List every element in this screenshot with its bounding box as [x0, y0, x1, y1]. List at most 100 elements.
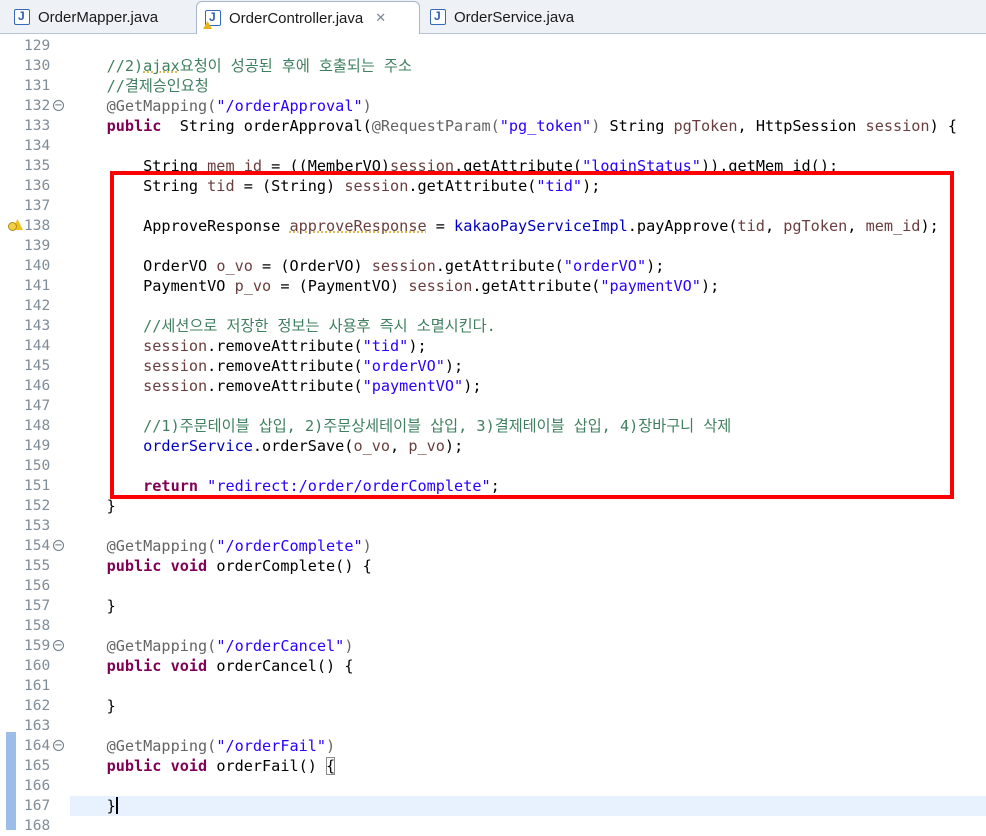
code-line[interactable]: } — [70, 496, 986, 516]
line-number: 134 — [24, 138, 51, 154]
code-token: @RequestParam( — [371, 117, 500, 135]
code-token: , HttpSession — [737, 117, 866, 135]
code-line[interactable]: //결제승인요청 — [70, 76, 986, 96]
line-number: 131 — [24, 78, 51, 94]
code-line[interactable]: public void orderComplete() { — [70, 556, 986, 576]
close-icon[interactable]: ✕ — [375, 10, 386, 26]
line-number: 155 — [24, 558, 51, 574]
code-line[interactable]: @GetMapping("/orderCancel") — [70, 636, 986, 656]
tab-ordercontroller[interactable]: J OrderController.java ✕ — [196, 1, 420, 34]
line-number: 160 — [24, 658, 51, 674]
line-number: 153 — [24, 518, 51, 534]
code-token: orderComplete() { — [207, 557, 372, 575]
line-number: 152 — [24, 498, 51, 514]
line-number: 148 — [24, 418, 51, 434]
line-number: 158 — [24, 618, 51, 634]
code-token: public — [70, 757, 162, 775]
code-token: } — [70, 797, 116, 815]
line-number: 136 — [24, 178, 51, 194]
line-number: 139 — [24, 238, 51, 254]
quickfix-warning-icon[interactable] — [8, 219, 23, 233]
code-token: "/orderFail" — [216, 737, 327, 755]
code-line[interactable]: @GetMapping("/orderFail") — [70, 736, 986, 756]
line-number-gutter: 129 130 131 132−133 134 135 136 137 138 139 140 141… — [0, 34, 70, 834]
fold-toggle-icon[interactable]: − — [53, 100, 64, 111]
code-token: "/orderComplete" — [216, 537, 363, 555]
code-line[interactable]: @GetMapping("/orderComplete") — [70, 536, 986, 556]
code-line[interactable] — [70, 716, 986, 736]
code-token: String — [600, 117, 674, 135]
line-number: 143 — [24, 318, 51, 334]
line-number: 129 — [24, 38, 51, 54]
line-number: 135 — [24, 158, 51, 174]
code-token: public — [70, 117, 162, 135]
code-line[interactable] — [70, 516, 986, 536]
highlight-box — [110, 171, 954, 499]
fold-toggle-icon[interactable]: − — [53, 640, 64, 651]
line-number: 145 — [24, 358, 51, 374]
code-token: orderFail() — [207, 757, 327, 775]
code-line[interactable] — [70, 816, 986, 836]
line-number: 140 — [24, 258, 51, 274]
code-token: @GetMapping( — [70, 97, 217, 115]
code-token: public — [70, 657, 162, 675]
code-line[interactable] — [70, 616, 986, 636]
code-token: 요청이 성공된 후에 호출되는 주소 — [179, 57, 412, 75]
code-line[interactable] — [70, 136, 986, 156]
line-number: 157 — [24, 598, 51, 614]
code-token: @GetMapping( — [70, 537, 217, 555]
line-number: 162 — [24, 698, 51, 714]
code-line[interactable] — [70, 36, 986, 56]
change-marker-stripe — [6, 732, 16, 830]
code-line[interactable]: public String orderApproval(@RequestPara… — [70, 116, 986, 136]
code-token: public — [70, 557, 162, 575]
line-number: 150 — [24, 458, 51, 474]
line-number: 142 — [24, 298, 51, 314]
code-token: "pg_token" — [499, 117, 592, 135]
code-token: ) { — [929, 117, 957, 135]
code-token: //결제승인요청 — [70, 77, 209, 95]
tab-orderservice[interactable]: J OrderService.java — [422, 2, 602, 32]
line-number: 133 — [24, 118, 51, 134]
code-token: String orderApproval( — [161, 117, 372, 135]
java-file-icon: J — [14, 9, 30, 25]
code-line[interactable]: public void orderFail() { — [70, 756, 986, 776]
fold-toggle-icon[interactable]: − — [53, 540, 64, 551]
code-token: "/orderCancel" — [216, 637, 345, 655]
code-line[interactable]: } — [70, 796, 986, 816]
code-line[interactable] — [70, 676, 986, 696]
code-line[interactable]: } — [70, 696, 986, 716]
java-file-warning-icon: J — [203, 10, 221, 29]
line-number: 146 — [24, 378, 51, 394]
code-line[interactable] — [70, 776, 986, 796]
line-number: 137 — [24, 198, 51, 214]
line-number: 141 — [24, 278, 51, 294]
tab-ordermapper[interactable]: J OrderMapper.java — [6, 2, 196, 32]
code-token: void — [170, 757, 208, 775]
code-token: } — [70, 497, 116, 515]
code-token: ajax — [143, 57, 180, 75]
tab-label: OrderController.java — [229, 9, 364, 27]
line-number: 156 — [24, 578, 51, 594]
code-line[interactable]: //2)ajax요청이 성공된 후에 호출되는 주소 — [70, 56, 986, 76]
code-token: { — [326, 757, 336, 775]
code-token: } — [70, 697, 116, 715]
code-line[interactable] — [70, 576, 986, 596]
code-token: orderCancel() { — [207, 657, 354, 675]
code-editor[interactable]: 129 130 131 132−133 134 135 136 137 138 139 140 141… — [0, 34, 986, 834]
fold-toggle-icon[interactable]: − — [53, 740, 64, 751]
code-line[interactable]: @GetMapping("/orderApproval") — [70, 96, 986, 116]
code-token: void — [170, 657, 208, 675]
line-number: 138 — [24, 218, 51, 234]
code-token: ) — [344, 637, 354, 655]
line-number: 130 — [24, 58, 51, 74]
code-token: "/orderApproval" — [216, 97, 363, 115]
code-token: ) — [362, 97, 372, 115]
code-line[interactable]: } — [70, 596, 986, 616]
tab-label: OrderService.java — [454, 8, 575, 26]
code-line[interactable]: public void orderCancel() { — [70, 656, 986, 676]
code-token: ) — [326, 737, 336, 755]
line-number: 163 — [24, 718, 51, 734]
